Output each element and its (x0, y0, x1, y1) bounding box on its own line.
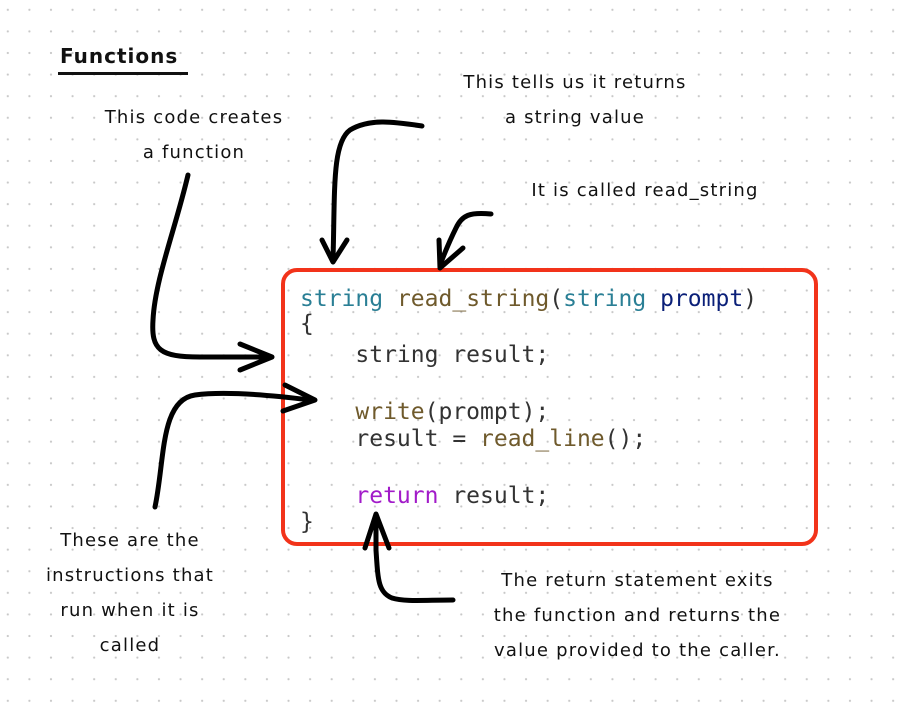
annotation-arrows (150, 119, 494, 603)
arrow-creates-function (150, 172, 273, 360)
arrow-return-statement (373, 517, 456, 603)
arrow-called-name (437, 210, 494, 268)
